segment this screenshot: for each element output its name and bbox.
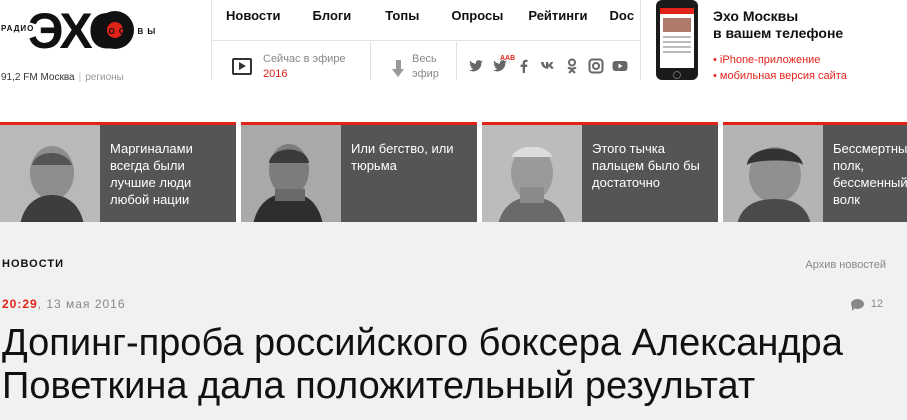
social-links bbox=[468, 58, 636, 74]
news-date: 13 мая 2016 bbox=[46, 297, 126, 311]
on-air-widget[interactable]: Сейчас в эфире 2016 bbox=[232, 52, 346, 82]
teaser-title: Этого тычка пальцем было бы достаточно bbox=[592, 141, 700, 190]
logo-moskvy-text: МОСКВЫ bbox=[98, 27, 160, 36]
news-meta: 20:29, 13 мая 2016 bbox=[2, 297, 126, 311]
twitter-alt-icon[interactable] bbox=[492, 58, 508, 74]
mobile-site-link[interactable]: мобильная версия сайта bbox=[713, 68, 847, 84]
divider bbox=[640, 0, 641, 80]
play-icon[interactable] bbox=[232, 58, 252, 75]
station-info: 91,2 FM Москва | регионы bbox=[1, 72, 124, 83]
download-arrow-icon bbox=[392, 60, 406, 80]
regions-link[interactable]: регионы bbox=[85, 72, 124, 83]
twitter-icon[interactable] bbox=[468, 58, 484, 74]
section-title[interactable]: НОВОСТИ bbox=[2, 258, 64, 270]
all-air-widget[interactable]: Весь эфир bbox=[392, 52, 439, 82]
facebook-icon[interactable] bbox=[516, 58, 532, 74]
site-header: РАДИО ЭХО МОСКВЫ 91,2 FM Москва | регионы … bbox=[0, 0, 907, 112]
nav-tops[interactable]: Топы bbox=[385, 8, 419, 23]
vkontakte-icon[interactable] bbox=[540, 58, 556, 74]
author-photo bbox=[482, 125, 582, 222]
phone-image bbox=[656, 0, 698, 80]
news-archive-link[interactable]: Архив новостей bbox=[805, 259, 886, 271]
comment-bubble-icon bbox=[850, 299, 864, 311]
nav-ratings[interactable]: Рейтинги bbox=[528, 8, 587, 23]
mobile-title-line2: в вашем телефоне bbox=[713, 25, 844, 41]
teaser-title: Бессмертный полк, бессменный волк bbox=[833, 141, 907, 207]
teaser-strip: Маргиналами всегда были лучшие люди любо… bbox=[0, 122, 907, 222]
instagram-icon[interactable] bbox=[588, 58, 604, 74]
comments-count: 12 bbox=[870, 298, 883, 310]
on-air-value[interactable]: 2016 bbox=[263, 67, 346, 82]
comments-link[interactable]: 12 bbox=[850, 298, 883, 311]
teaser-card[interactable]: Или бегство, или тюрьма bbox=[241, 122, 477, 222]
odnoklassniki-icon[interactable] bbox=[564, 58, 580, 74]
teaser-card[interactable]: Маргиналами всегда были лучшие люди любо… bbox=[0, 122, 236, 222]
nav-doc[interactable]: Doc bbox=[610, 8, 635, 23]
mobile-title-line1: Эхо Москвы bbox=[713, 8, 799, 24]
main-nav: Новости Блоги Топы Опросы Рейтинги Doc bbox=[226, 8, 634, 23]
nav-divider bbox=[212, 40, 640, 41]
nav-blogs[interactable]: Блоги bbox=[313, 8, 352, 23]
nav-news[interactable]: Новости bbox=[226, 8, 281, 23]
iphone-app-link[interactable]: iPhone-приложение bbox=[713, 52, 847, 68]
mobile-promo: Эхо Москвы в вашем телефоне iPhone-прило… bbox=[713, 8, 847, 84]
author-photo bbox=[0, 125, 100, 222]
divider bbox=[456, 42, 457, 80]
all-air-line2: эфир bbox=[412, 68, 439, 80]
divider bbox=[370, 42, 371, 80]
author-photo bbox=[723, 125, 823, 222]
news-headline[interactable]: Допинг-проба российского боксера Алексан… bbox=[2, 322, 907, 408]
all-air-line1: Весь bbox=[412, 53, 437, 65]
teaser-card[interactable]: Бессмертный полк, бессменный волк bbox=[723, 122, 907, 222]
teaser-card[interactable]: Этого тычка пальцем было бы достаточно bbox=[482, 122, 718, 222]
logo[interactable]: РАДИО ЭХО МОСКВЫ bbox=[0, 2, 175, 62]
frequency: 91,2 FM Москва bbox=[1, 72, 75, 83]
nav-polls[interactable]: Опросы bbox=[451, 8, 503, 23]
on-air-label: Сейчас в эфире bbox=[263, 53, 346, 65]
author-photo bbox=[241, 125, 341, 222]
youtube-icon[interactable] bbox=[612, 58, 628, 74]
headline-line1: Допинг-проба российского боксера Алексан… bbox=[2, 322, 843, 364]
teaser-title: Маргиналами всегда были лучшие люди любо… bbox=[110, 141, 193, 207]
news-time: 20:29 bbox=[2, 297, 38, 311]
headline-line2: Поветкина дала положительный результат bbox=[2, 365, 756, 407]
teaser-title: Или бегство, или тюрьма bbox=[351, 141, 454, 173]
